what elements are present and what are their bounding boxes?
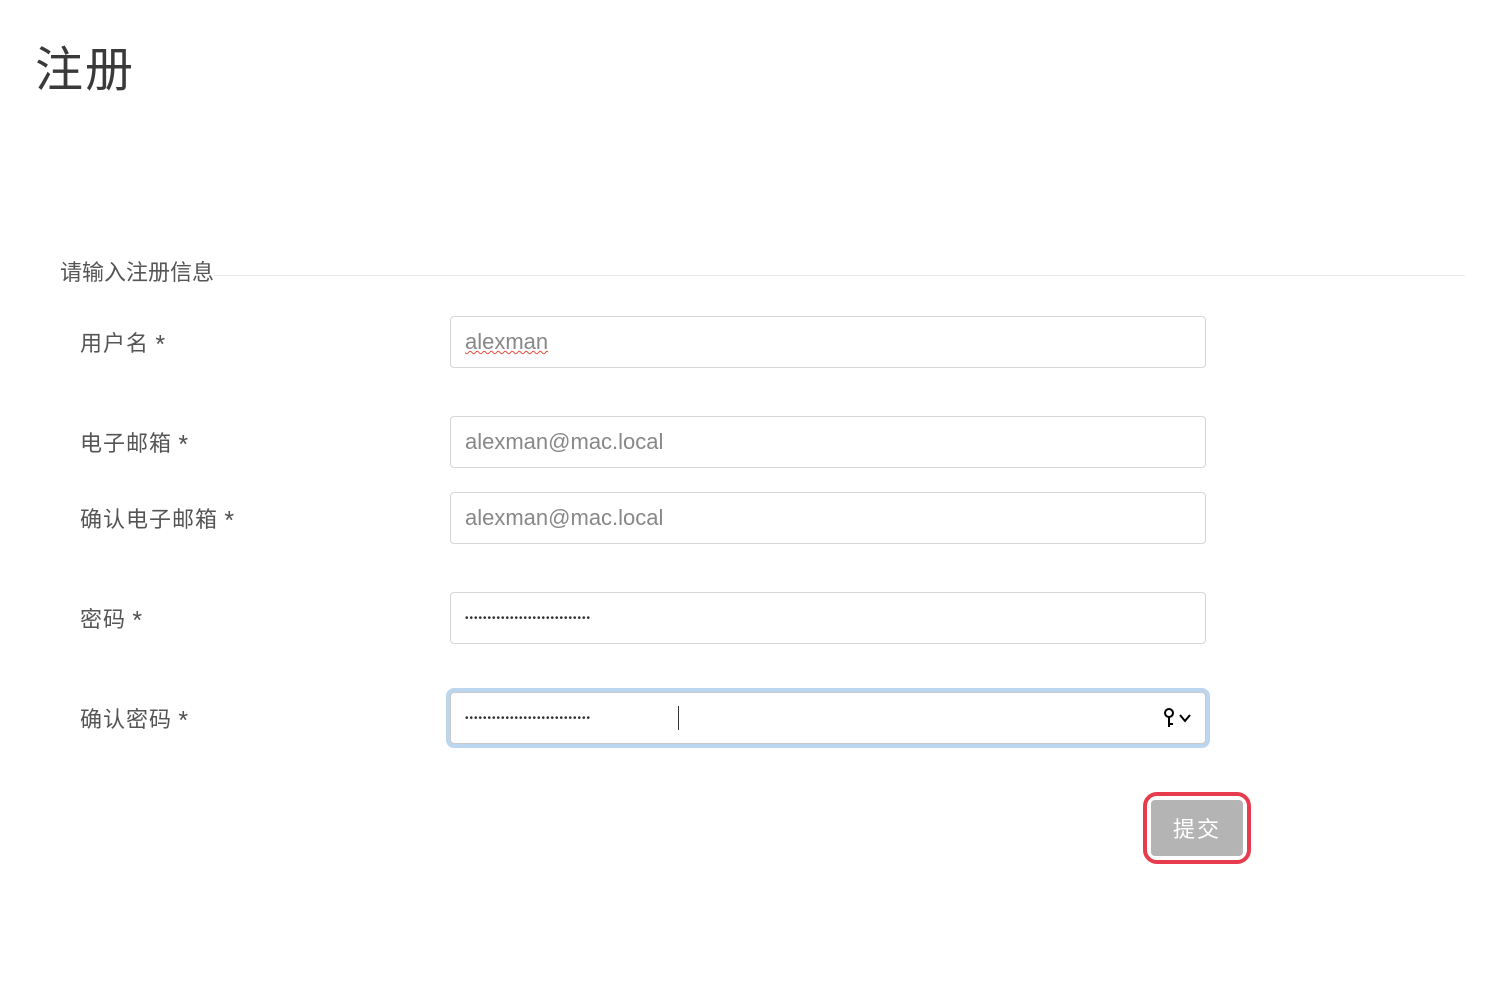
registration-form: 请输入注册信息 用户名 * 电子邮箱 * 确认电子邮箱 * 密码 * (0, 255, 1500, 864)
email-input[interactable] (450, 416, 1206, 468)
submit-highlight: 提交 (1143, 792, 1251, 864)
username-label: 用户名 * (80, 326, 450, 358)
email-label: 电子邮箱 * (80, 426, 450, 458)
confirm-password-input[interactable]: •••••••••••••••••••••••••••• (450, 692, 1206, 744)
password-label: 密码 * (80, 602, 450, 634)
divider (35, 275, 1465, 276)
username-input[interactable] (450, 316, 1206, 368)
confirm-email-input[interactable] (450, 492, 1206, 544)
confirm-password-label: 确认密码 * (80, 702, 450, 734)
form-legend: 请输入注册信息 (35, 255, 214, 287)
submit-button[interactable]: 提交 (1151, 800, 1243, 856)
text-caret (678, 706, 679, 730)
confirm-email-label: 确认电子邮箱 * (80, 502, 450, 534)
password-input[interactable]: •••••••••••••••••••••••••••• (450, 592, 1206, 644)
page-title: 注册 (0, 0, 1500, 100)
